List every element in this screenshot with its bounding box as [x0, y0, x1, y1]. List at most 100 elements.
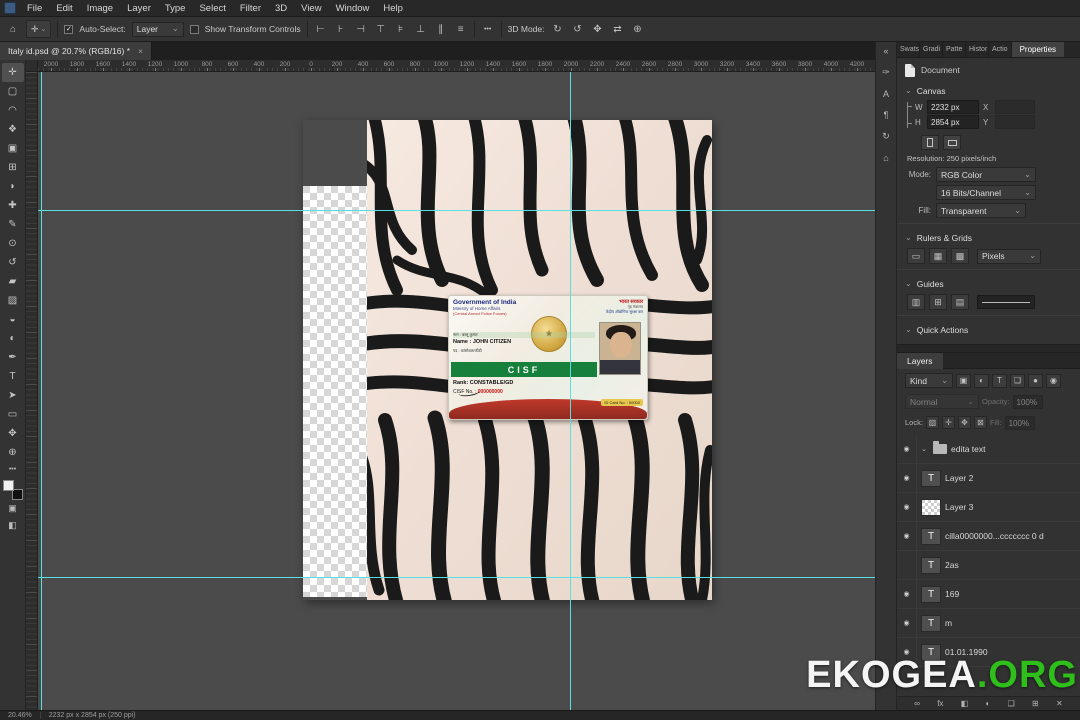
- portrait-orientation-button[interactable]: [921, 135, 939, 150]
- id-card-image[interactable]: Government of India Ministry of Home Aff…: [448, 295, 648, 420]
- align-left-icon[interactable]: ⊢: [314, 21, 328, 37]
- height-field[interactable]: 2854 px: [927, 115, 979, 129]
- lock-all-icon[interactable]: ⊠: [973, 416, 987, 429]
- character-panel-icon[interactable]: A: [883, 89, 889, 99]
- distribute-h-icon[interactable]: ∥: [434, 21, 448, 37]
- image-layer-thumbnail[interactable]: [921, 498, 941, 516]
- canvas-section-header[interactable]: ⌄ Canvas: [905, 82, 1072, 99]
- brush-tool[interactable]: ✎: [2, 215, 24, 234]
- layer-row[interactable]: ◉ ⌄ T 169: [897, 580, 1080, 609]
- quick-mask-icon[interactable]: ▣: [2, 500, 24, 517]
- eraser-tool[interactable]: ▰: [2, 272, 24, 291]
- filter-kind-select[interactable]: Kind: [905, 373, 953, 388]
- visibility-toggle[interactable]: ◉: [897, 464, 917, 492]
- move-tool[interactable]: ✛: [1, 63, 24, 82]
- screen-mode-icon[interactable]: ◧: [2, 517, 24, 534]
- rulers-toggle-icon[interactable]: ▭: [907, 248, 925, 264]
- adjustment-layer-icon[interactable]: ◐: [986, 699, 991, 708]
- more-options-icon[interactable]: •••: [481, 21, 495, 37]
- canvas-area[interactable]: Government of India Ministry of Home Aff…: [38, 72, 875, 710]
- panel-tab[interactable]: Swats: [897, 42, 920, 57]
- type-tool[interactable]: T: [2, 367, 24, 386]
- visibility-toggle[interactable]: ◉: [897, 551, 917, 579]
- horizontal-ruler[interactable]: 2000 1800 1600 1400 1200 1000 800 600 400 200 0 200…: [38, 60, 875, 72]
- close-tab-icon[interactable]: ×: [138, 46, 143, 56]
- align-right-icon[interactable]: ⊣: [354, 21, 368, 37]
- mode-select[interactable]: RGB Color: [936, 167, 1036, 182]
- layer-name[interactable]: Layer 2: [945, 473, 973, 483]
- collapse-panels-icon[interactable]: «: [883, 46, 888, 56]
- clone-stamp-tool[interactable]: ⊙: [2, 234, 24, 253]
- panel-tab[interactable]: Histor: [966, 42, 989, 57]
- guide-horizontal-2[interactable]: [38, 577, 875, 578]
- shape-tool[interactable]: ▭: [2, 405, 24, 424]
- layer-name[interactable]: edita text: [951, 444, 986, 454]
- foreground-color-swatch[interactable]: [2, 480, 14, 491]
- width-field[interactable]: 2232 px: [927, 100, 979, 114]
- healing-brush-tool[interactable]: ✚: [2, 196, 24, 215]
- path-selection-tool[interactable]: ➤: [2, 386, 24, 405]
- y-field[interactable]: [995, 115, 1035, 129]
- layer-row[interactable]: ◉ ⌄ T edita text: [897, 435, 1080, 464]
- align-top-icon[interactable]: ⊤: [374, 21, 388, 37]
- layer-row[interactable]: ◉ ⌄ T Layer 2: [897, 464, 1080, 493]
- document-tab[interactable]: Italy id.psd @ 20.7% (RGB/16) * ×: [0, 42, 152, 60]
- filter-type-layers-icon[interactable]: T: [992, 373, 1007, 388]
- guide-vertical-1[interactable]: [41, 72, 42, 710]
- filter-adjustment-layers-icon[interactable]: ◐: [974, 373, 989, 388]
- lock-guides-icon[interactable]: ▤: [951, 294, 969, 310]
- zoom-tool[interactable]: ⊕: [2, 443, 24, 462]
- menu-item[interactable]: Type: [158, 0, 193, 17]
- link-layers-icon[interactable]: ∞: [914, 699, 920, 708]
- eyedropper-tool[interactable]: ◗: [2, 177, 24, 196]
- opacity-field[interactable]: 100%: [1012, 394, 1043, 409]
- 3d-scale-icon[interactable]: ⊕: [631, 21, 645, 37]
- 3d-orbit-icon[interactable]: ↻: [551, 21, 565, 37]
- text-layer-thumbnail[interactable]: T: [921, 585, 941, 603]
- ruler-origin[interactable]: [26, 60, 38, 72]
- text-layer-thumbnail[interactable]: T: [921, 556, 941, 574]
- quick-actions-section-header[interactable]: ⌄ Quick Actions: [905, 321, 1072, 338]
- crop-tool[interactable]: ▣: [2, 139, 24, 158]
- filter-toggle-icon[interactable]: ◉: [1046, 373, 1061, 388]
- layer-name[interactable]: Layer 3: [945, 502, 973, 512]
- paragraph-panel-icon[interactable]: ¶: [884, 110, 889, 120]
- layer-name[interactable]: m: [945, 618, 952, 628]
- menu-item[interactable]: Image: [80, 0, 120, 17]
- filter-pixel-layers-icon[interactable]: ▣: [956, 373, 971, 388]
- lock-pixels-icon[interactable]: ✛: [941, 416, 955, 429]
- text-layer-thumbnail[interactable]: T: [921, 614, 941, 632]
- layer-row[interactable]: ◉ ⌄ T cilla0000000...ccccccc 0 d: [897, 522, 1080, 551]
- marquee-tool[interactable]: ▢: [2, 82, 24, 101]
- edit-toolbar-icon[interactable]: •••: [2, 462, 24, 476]
- quick-selection-tool[interactable]: ❖: [2, 120, 24, 139]
- menu-item[interactable]: View: [294, 0, 328, 17]
- align-middle-icon[interactable]: ⊧: [394, 21, 408, 37]
- pen-tool[interactable]: ✒: [2, 348, 24, 367]
- snap-grid-icon[interactable]: ▩: [951, 248, 969, 264]
- bit-depth-select[interactable]: 16 Bits/Channel: [936, 185, 1036, 200]
- new-layer-icon[interactable]: ⊞: [1032, 699, 1039, 708]
- filter-smart-objects-icon[interactable]: ●: [1028, 373, 1043, 388]
- blur-tool[interactable]: ◒: [2, 310, 24, 329]
- align-bottom-icon[interactable]: ⊥: [414, 21, 428, 37]
- layer-name[interactable]: cilla0000000...ccccccc 0 d: [945, 531, 1044, 541]
- foreground-background-colors[interactable]: [2, 480, 23, 500]
- layer-group-icon[interactable]: ❑: [1008, 699, 1015, 708]
- layer-name[interactable]: 169: [945, 589, 959, 599]
- guides-section-header[interactable]: ⌄ Guides: [905, 275, 1072, 292]
- menu-item[interactable]: 3D: [268, 0, 294, 17]
- menu-item[interactable]: Filter: [233, 0, 268, 17]
- units-select[interactable]: Pixels: [977, 248, 1041, 264]
- frame-tool[interactable]: ⊞: [2, 158, 24, 177]
- auto-select-checkbox[interactable]: ✓: [64, 24, 74, 34]
- active-tool-preset[interactable]: ✛ ⌄: [26, 20, 52, 38]
- layer-row[interactable]: ◉ ⌄ T m: [897, 609, 1080, 638]
- menu-item[interactable]: Layer: [120, 0, 158, 17]
- layer-row[interactable]: ◉ ⌄ T Layer 3: [897, 493, 1080, 522]
- zoom-level-field[interactable]: 20.46%: [8, 712, 32, 719]
- history-panel-icon[interactable]: ↻: [882, 131, 890, 142]
- lock-position-icon[interactable]: ✥: [957, 416, 971, 429]
- history-brush-tool[interactable]: ↺: [2, 253, 24, 272]
- guide-layout-icon[interactable]: ⊞: [929, 294, 947, 310]
